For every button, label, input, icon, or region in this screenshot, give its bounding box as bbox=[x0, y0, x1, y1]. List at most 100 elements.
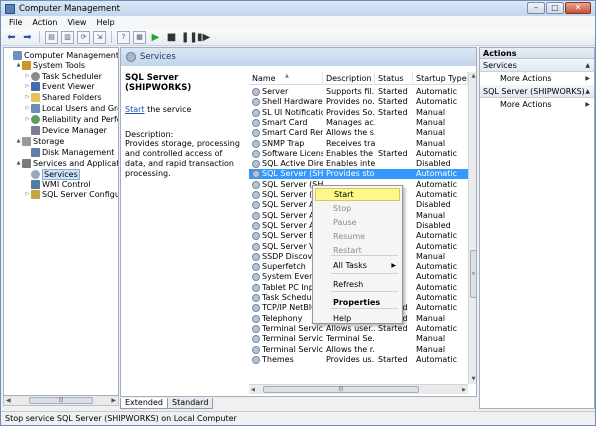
collapse-up-icon[interactable]: ▲ bbox=[585, 59, 590, 72]
service-row[interactable]: SL UI Notification ...Provides So...Star… bbox=[249, 108, 468, 118]
service-row[interactable]: Terminal ServicesAllows user...Started Au… bbox=[249, 324, 468, 334]
submenu-arrow-icon: ▶ bbox=[391, 262, 396, 269]
collapsed-arrow-icon[interactable]: ▷ bbox=[24, 105, 31, 111]
help-icon[interactable]: ? bbox=[117, 30, 130, 44]
services-scroll-thumb[interactable]: ≡ bbox=[470, 250, 476, 298]
tree-item-computer-management-local[interactable]: Computer Management (Local bbox=[6, 50, 118, 60]
service-row[interactable]: Server Supports fil... Started Automatic bbox=[249, 87, 468, 97]
service-row[interactable]: SQL Active Direct...Enables inte... Disab… bbox=[249, 159, 468, 169]
scroll-left-arrow-icon[interactable]: ◀ bbox=[6, 397, 11, 404]
collapsed-arrow-icon[interactable]: ▷ bbox=[24, 191, 31, 197]
forward-arrow-icon[interactable]: ➡ bbox=[21, 31, 34, 44]
column-header-startup-type[interactable]: Startup Type bbox=[413, 72, 468, 85]
services-horizontal-scrollbar[interactable]: ◀ ||| ▶ bbox=[249, 384, 468, 394]
context-menu-all-tasks[interactable]: All Tasks ▶ bbox=[315, 259, 400, 272]
service-row[interactable]: Terminal Services ...Terminal Se... Manua… bbox=[249, 334, 468, 344]
service-row[interactable]: SQL Server (SHIPProvides sto Automatic bbox=[249, 169, 468, 180]
tree-item-reliability-and-performa[interactable]: ▷ Reliability and Performa bbox=[24, 114, 118, 124]
export-list-icon[interactable]: ⇲ bbox=[93, 30, 106, 44]
service-row[interactable]: Software LicensingEnables the ...Started… bbox=[249, 149, 468, 159]
service-row[interactable]: Themes Provides us... Started Automatic bbox=[249, 355, 468, 365]
title-bar[interactable]: Computer Management – □ ✕ bbox=[1, 1, 595, 16]
restart-service-icon[interactable]: ▮▶ bbox=[197, 31, 210, 44]
service-row[interactable]: Shell Hardware De...Provides no...Starte… bbox=[249, 97, 468, 107]
actions-section-sql-server[interactable]: SQL Server (SHIPWORKS) ▲ bbox=[480, 85, 594, 98]
context-menu-refresh[interactable]: Refresh bbox=[315, 278, 400, 291]
collapsed-arrow-icon[interactable]: ▷ bbox=[24, 73, 31, 79]
tree-item-services[interactable]: Services bbox=[24, 168, 80, 180]
service-row[interactable]: Terminal Services ...Allows the r... Manu… bbox=[249, 345, 468, 355]
clock-icon bbox=[31, 71, 40, 81]
menu-action[interactable]: Action bbox=[27, 18, 62, 27]
tab-extended[interactable]: Extended bbox=[120, 398, 168, 409]
service-gear-icon bbox=[252, 98, 260, 107]
column-header-status[interactable]: Status bbox=[375, 72, 413, 85]
tree-item-shared-folders[interactable]: ▷ Shared Folders bbox=[24, 92, 102, 102]
start-service-icon[interactable]: ▶ bbox=[149, 31, 162, 44]
pause-service-icon[interactable]: ❚❚ bbox=[181, 31, 198, 44]
tree-item-label: WMI Control bbox=[42, 179, 91, 189]
menu-bar: File Action View Help bbox=[1, 16, 595, 29]
refresh-icon[interactable]: ⟳ bbox=[77, 30, 90, 44]
collapsed-arrow-icon[interactable]: ▷ bbox=[24, 83, 31, 89]
menu-view[interactable]: View bbox=[62, 18, 91, 27]
context-menu-help[interactable]: Help bbox=[315, 312, 400, 325]
actions-more-actions-services[interactable]: More Actions ▶ bbox=[480, 72, 594, 85]
service-row[interactable]: SNMP Trap Receives tra... Manual bbox=[249, 139, 468, 149]
column-header-name[interactable]: ▲ Name bbox=[249, 72, 323, 85]
context-menu-properties[interactable]: Properties bbox=[315, 296, 400, 309]
tree-item-event-viewer[interactable]: ▷ Event Viewer bbox=[24, 81, 95, 91]
service-row[interactable]: Smart Card Remo...Allows the s... Manual bbox=[249, 128, 468, 138]
tree-horizontal-scrollbar[interactable]: ◀ ||| ▶ bbox=[3, 396, 119, 406]
collapsed-arrow-icon[interactable]: ▷ bbox=[24, 94, 31, 100]
expanded-arrow-icon[interactable]: ▲ bbox=[15, 160, 22, 166]
properties-icon[interactable]: ▦ bbox=[133, 30, 146, 44]
service-startup-type-cell: Automatic bbox=[416, 293, 458, 302]
service-name-cell: Terminal Services ... bbox=[249, 345, 323, 355]
context-menu-start[interactable]: Start bbox=[315, 188, 400, 201]
services-vertical-scrollbar[interactable]: ▲ ≡ ▼ bbox=[468, 72, 476, 384]
menu-file[interactable]: File bbox=[4, 18, 27, 27]
tree-item-sql-server-configuratic[interactable]: ▷ SQL Server Configuratic bbox=[24, 189, 118, 199]
tab-standard[interactable]: Standard bbox=[167, 398, 214, 409]
maximize-button[interactable]: □ bbox=[546, 2, 564, 14]
scroll-left-arrow-icon[interactable]: ◀ bbox=[251, 387, 255, 393]
context-menu-resume: Resume bbox=[315, 230, 400, 243]
minimize-button[interactable]: – bbox=[527, 2, 545, 14]
scroll-right-arrow-icon[interactable]: ▶ bbox=[462, 387, 466, 393]
back-arrow-icon[interactable]: ⬅ bbox=[5, 31, 18, 44]
service-gear-icon bbox=[252, 149, 260, 158]
actions-more-actions-sql-server[interactable]: More Actions ▶ bbox=[480, 98, 594, 111]
tree-scroll-thumb[interactable]: ||| bbox=[29, 397, 93, 404]
view-tabs: Extended Standard bbox=[120, 397, 214, 409]
service-row[interactable]: Smart Card Manages ac... Manual bbox=[249, 118, 468, 128]
tree-item-services-and-applications[interactable]: ▲ Services and Applications bbox=[15, 158, 118, 168]
service-name: Terminal Services ... bbox=[262, 344, 323, 354]
expanded-arrow-icon[interactable]: ▲ bbox=[15, 138, 22, 144]
menu-help[interactable]: Help bbox=[91, 18, 119, 27]
collapsed-arrow-icon[interactable]: ▷ bbox=[24, 116, 31, 122]
tree-item-storage[interactable]: ▲ Storage bbox=[15, 136, 64, 146]
scroll-right-arrow-icon[interactable]: ▶ bbox=[111, 397, 116, 404]
scroll-down-arrow-icon[interactable]: ▼ bbox=[469, 375, 476, 384]
start-service-link[interactable]: Start bbox=[125, 105, 145, 114]
actions-section-services[interactable]: Services ▲ bbox=[480, 59, 594, 72]
close-button[interactable]: ✕ bbox=[565, 2, 591, 14]
tree-item-local-users-and-groups[interactable]: ▷ Local Users and Groups bbox=[24, 103, 118, 113]
stop-service-icon[interactable]: ■ bbox=[165, 31, 178, 44]
service-status-cell: Started bbox=[378, 148, 408, 158]
service-description-cell: Provides So... bbox=[326, 107, 375, 117]
tree-item-device-manager[interactable]: Device Manager bbox=[24, 125, 107, 135]
expanded-arrow-icon[interactable]: ▲ bbox=[15, 62, 22, 68]
tree-item-disk-management[interactable]: Disk Management bbox=[24, 147, 114, 157]
tree-item-system-tools[interactable]: ▲ System Tools bbox=[15, 60, 85, 70]
column-header-description[interactable]: Description bbox=[323, 72, 375, 85]
service-startup-type-cell: Manual bbox=[416, 334, 446, 344]
tree-item-task-scheduler[interactable]: ▷ Task Scheduler bbox=[24, 71, 102, 81]
scroll-up-arrow-icon[interactable]: ▲ bbox=[469, 72, 476, 81]
services-hscroll-thumb[interactable]: ||| bbox=[263, 386, 419, 393]
up-folder-icon[interactable]: ▤ bbox=[45, 30, 58, 44]
show-hide-tree-icon[interactable]: ▥ bbox=[61, 30, 74, 44]
tree-item-wmi-control[interactable]: WMI Control bbox=[24, 179, 91, 189]
collapse-up-icon[interactable]: ▲ bbox=[585, 85, 590, 98]
